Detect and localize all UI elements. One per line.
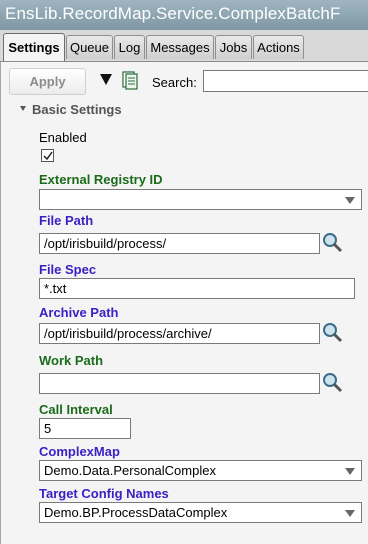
checkmark-icon [43, 151, 53, 161]
complexmap-label: ComplexMap [39, 444, 120, 459]
section-title-basic-settings[interactable]: Basic Settings [32, 102, 122, 117]
window-title-bar: EnsLib.RecordMap.Service.ComplexBatchF [0, 0, 368, 30]
file-path-browse-icon[interactable] [321, 232, 345, 254]
work-path-label: Work Path [39, 353, 104, 368]
apply-button[interactable]: Apply [9, 68, 86, 95]
work-path-browse-icon[interactable] [321, 372, 345, 394]
window-title: EnsLib.RecordMap.Service.ComplexBatchF [5, 4, 341, 23]
tab-queue[interactable]: Queue [66, 35, 113, 59]
collapse-arrow-icon[interactable] [20, 106, 26, 111]
target-config-names-value: Demo.BP.ProcessDataComplex [44, 505, 228, 520]
tab-settings[interactable]: Settings [3, 33, 65, 62]
file-spec-input[interactable]: *.txt [39, 278, 355, 299]
file-path-input[interactable]: /opt/irisbuild/process/ [39, 233, 320, 254]
tab-bar: Settings Queue Log Messages Jobs Actions [0, 30, 368, 62]
external-registry-id-select[interactable] [39, 189, 362, 210]
file-path-label: File Path [39, 213, 94, 228]
complexmap-value: Demo.Data.PersonalComplex [44, 463, 216, 478]
archive-path-browse-icon[interactable] [321, 322, 345, 344]
dropdown-arrow-icon [345, 468, 355, 475]
file-spec-label: File Spec [39, 262, 97, 277]
target-config-names-label: Target Config Names [39, 486, 169, 501]
settings-panel: Apply Search: Basic Settings Enabled Ext… [0, 62, 368, 544]
enabled-label: Enabled [39, 130, 87, 145]
work-path-input[interactable] [39, 373, 320, 394]
tab-jobs[interactable]: Jobs [215, 35, 252, 59]
document-icon[interactable] [121, 70, 139, 90]
archive-path-label: Archive Path [39, 305, 119, 320]
tab-log[interactable]: Log [114, 35, 145, 59]
search-input[interactable] [203, 70, 368, 92]
tab-actions[interactable]: Actions [253, 35, 304, 59]
external-registry-id-label: External Registry ID [39, 172, 163, 187]
call-interval-label: Call Interval [39, 402, 113, 417]
complexmap-select[interactable]: Demo.Data.PersonalComplex [39, 460, 362, 481]
target-config-names-select[interactable]: Demo.BP.ProcessDataComplex [39, 502, 362, 523]
tab-messages[interactable]: Messages [146, 35, 214, 59]
dropdown-arrow-icon [345, 510, 355, 517]
expand-all-icon[interactable] [100, 74, 112, 85]
archive-path-input[interactable]: /opt/irisbuild/process/archive/ [39, 323, 320, 344]
call-interval-input[interactable]: 5 [39, 418, 131, 439]
search-label: Search: [152, 75, 197, 90]
dropdown-arrow-icon [345, 197, 355, 204]
enabled-checkbox[interactable] [41, 149, 54, 162]
